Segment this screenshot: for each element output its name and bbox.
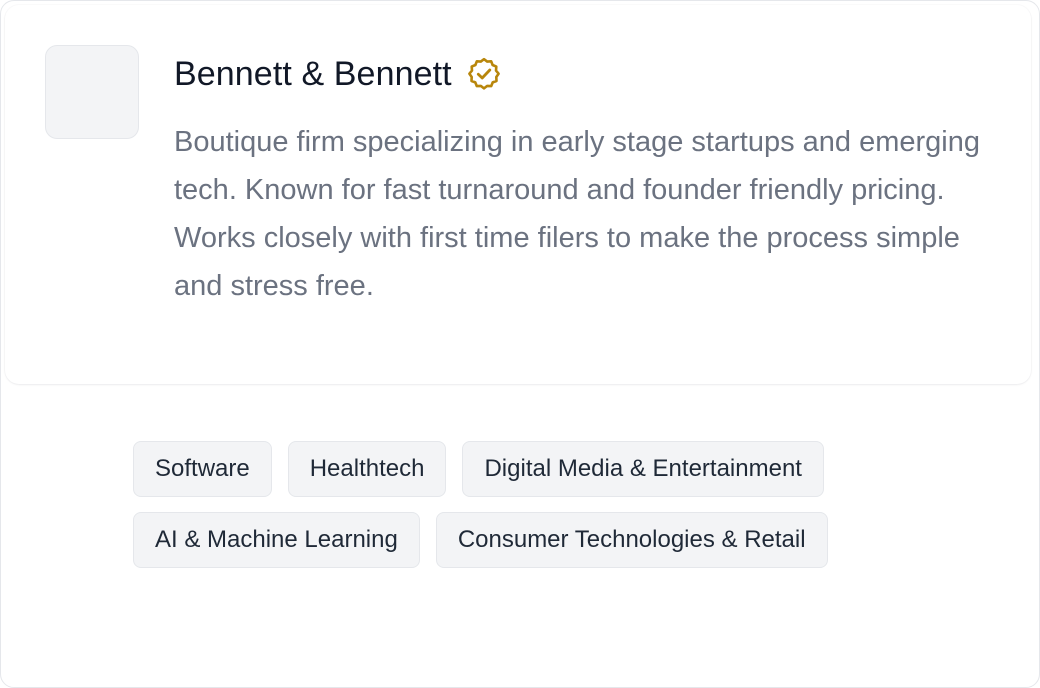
firm-header: Bennett & Bennett Boutique firm speciali… (5, 5, 1031, 384)
firm-description: Boutique firm specializing in early stag… (174, 126, 980, 302)
firm-card: Bennett & Bennett Boutique firm speciali… (0, 0, 1040, 688)
tag-digital-media-entertainment[interactable]: Digital Media & Entertainment (462, 441, 824, 497)
tag-ai-machine-learning[interactable]: AI & Machine Learning (133, 512, 420, 568)
tag-software[interactable]: Software (133, 441, 272, 497)
industry-tags: Software Healthtech Digital Media & Ente… (133, 441, 933, 568)
tag-healthtech[interactable]: Healthtech (287, 441, 447, 497)
firm-logo (45, 45, 139, 139)
tag-consumer-technologies-retail[interactable]: Consumer Technologies & Retail (435, 512, 828, 568)
verified-badge-icon (466, 56, 502, 92)
firm-name: Bennett & Bennett (174, 54, 452, 93)
firm-title-row: Bennett & Bennett (174, 52, 502, 96)
